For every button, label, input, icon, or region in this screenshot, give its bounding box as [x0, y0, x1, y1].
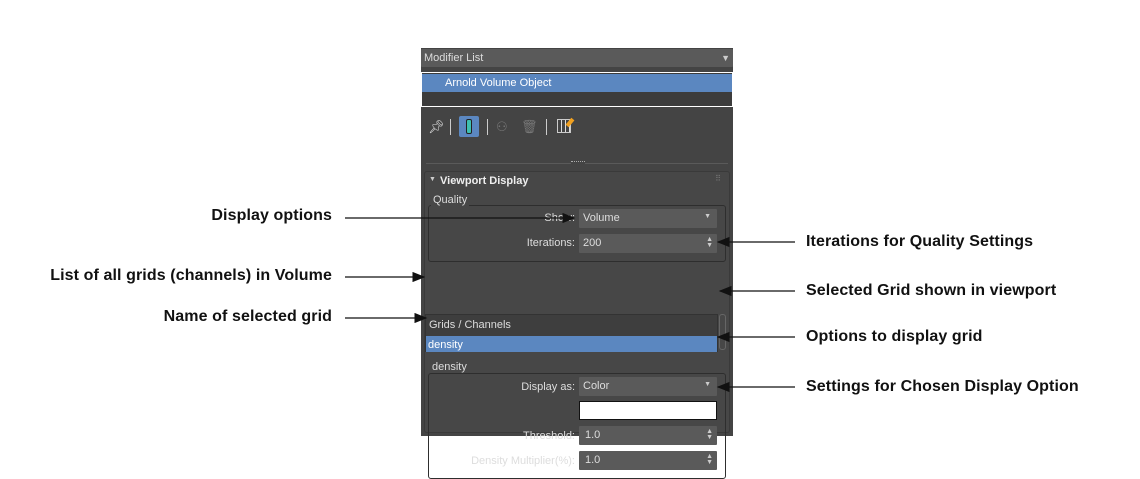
- callout-arrows: [345, 212, 795, 393]
